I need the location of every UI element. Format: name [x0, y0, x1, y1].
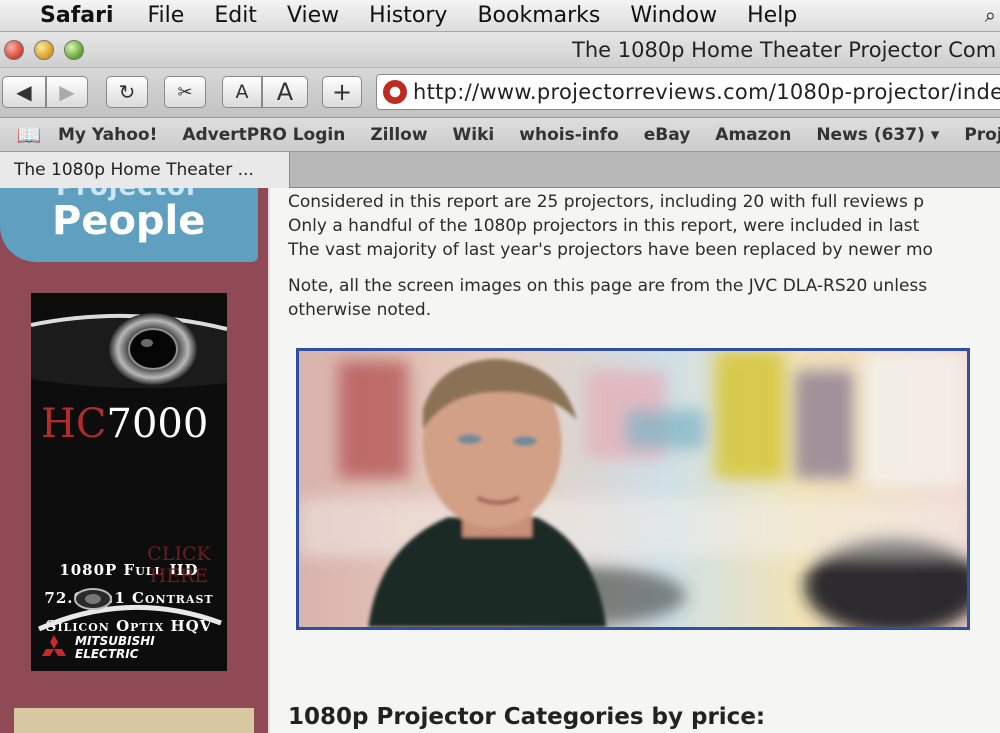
- ad-feature-processing: Silicon Optix HQV: [45, 617, 213, 635]
- menu-help[interactable]: Help: [747, 3, 797, 28]
- close-window-button[interactable]: [4, 40, 24, 60]
- add-bookmark-button[interactable]: +: [322, 76, 362, 108]
- ad-feature-resolution: 1080P Full HD: [59, 561, 199, 579]
- bookmark-wiki[interactable]: Wiki: [453, 125, 495, 145]
- bookmark-advertpro-login[interactable]: AdvertPRO Login: [182, 125, 345, 145]
- menu-file[interactable]: File: [148, 3, 185, 28]
- menu-bar: Safari File Edit View History Bookmarks …: [0, 0, 1000, 32]
- menu-edit[interactable]: Edit: [214, 3, 257, 28]
- sidebar: Projector People HC7000: [0, 188, 268, 733]
- intro-line-3: The vast majority of last year's project…: [288, 240, 933, 260]
- address-bar[interactable]: http://www.projectorreviews.com/1080p-pr…: [376, 74, 1000, 110]
- web-clip-button[interactable]: ✂: [164, 76, 206, 108]
- open-book-icon[interactable]: 📖: [0, 123, 58, 147]
- back-arrow-icon: ◀: [16, 80, 32, 104]
- bookmark-news-folder[interactable]: News (637) ▾: [816, 125, 939, 145]
- scissors-icon: ✂: [177, 81, 193, 103]
- reload-icon: ↻: [118, 80, 136, 104]
- tab-1080p-home-theater[interactable]: The 1080p Home Theater ...: [0, 152, 290, 188]
- menu-history[interactable]: History: [369, 3, 447, 28]
- text-smaller-button[interactable]: A: [222, 76, 262, 108]
- ad-model-name: HC7000: [41, 401, 208, 447]
- projector-lens-image: [31, 313, 227, 389]
- zoom-window-button[interactable]: [64, 40, 84, 60]
- movie-screenshot-image: [296, 348, 970, 630]
- section-heading: 1080p Projector Categories by price:: [288, 704, 766, 730]
- address-text[interactable]: http://www.projectorreviews.com/1080p-pr…: [413, 80, 1000, 104]
- site-favicon-icon: [383, 80, 407, 104]
- reload-button[interactable]: ↻: [106, 76, 148, 108]
- window-title: The 1080p Home Theater Projector Com: [572, 38, 997, 62]
- advertisement-banner[interactable]: HC7000 1080P Full HD 72.000:1 Contrast S…: [31, 293, 227, 671]
- intro-paragraph: Considered in this report are 25 project…: [288, 190, 933, 262]
- bookmark-amazon[interactable]: Amazon: [715, 125, 791, 145]
- browser-toolbar: ◀ ▶ ↻ ✂ A A + http://www.projectorreview…: [0, 68, 1000, 118]
- bookmark-whois-info[interactable]: whois-info: [519, 125, 619, 145]
- back-button[interactable]: ◀: [2, 76, 46, 108]
- web-page: Projector People HC7000: [0, 188, 1000, 733]
- main-content: Considered in this report are 25 project…: [268, 188, 1000, 733]
- ad-model-prefix: HC: [41, 401, 107, 447]
- bookmark-ebay[interactable]: eBay: [644, 125, 691, 145]
- intro-line-1: Considered in this report are 25 project…: [288, 192, 924, 212]
- tab-bar: The 1080p Home Theater ...: [0, 152, 1000, 188]
- logo-text: People: [52, 198, 206, 244]
- menu-safari[interactable]: Safari: [40, 3, 114, 28]
- bookmark-projector[interactable]: Proje: [964, 125, 1000, 145]
- sidebar-bottom-banner[interactable]: [14, 708, 254, 733]
- bookmark-zillow[interactable]: Zillow: [370, 125, 427, 145]
- menu-window[interactable]: Window: [630, 3, 717, 28]
- forward-arrow-icon: ▶: [59, 80, 75, 104]
- text-larger-button[interactable]: A: [262, 76, 308, 108]
- intro-line-2: Only a handful of the 1080p projectors i…: [288, 216, 920, 236]
- menu-view[interactable]: View: [287, 3, 339, 28]
- bookmark-my-yahoo[interactable]: My Yahoo!: [58, 125, 157, 145]
- minimize-window-button[interactable]: [34, 40, 54, 60]
- note-paragraph: Note, all the screen images on this page…: [288, 274, 927, 322]
- menu-bookmarks[interactable]: Bookmarks: [477, 3, 600, 28]
- note-line-2: otherwise noted.: [288, 300, 432, 320]
- window-title-bar: The 1080p Home Theater Projector Com: [0, 32, 1000, 68]
- note-line-1: Note, all the screen images on this page…: [288, 276, 928, 296]
- ad-model-number: 7000: [106, 401, 209, 447]
- spotlight-search-icon[interactable]: ⌕: [985, 3, 996, 27]
- bookmarks-bar: 📖 My Yahoo! AdvertPRO Login Zillow Wiki …: [0, 118, 1000, 152]
- ad-feature-contrast: 72.000:1 Contrast: [44, 589, 214, 607]
- forward-button[interactable]: ▶: [46, 76, 88, 108]
- site-logo[interactable]: Projector People: [0, 188, 258, 262]
